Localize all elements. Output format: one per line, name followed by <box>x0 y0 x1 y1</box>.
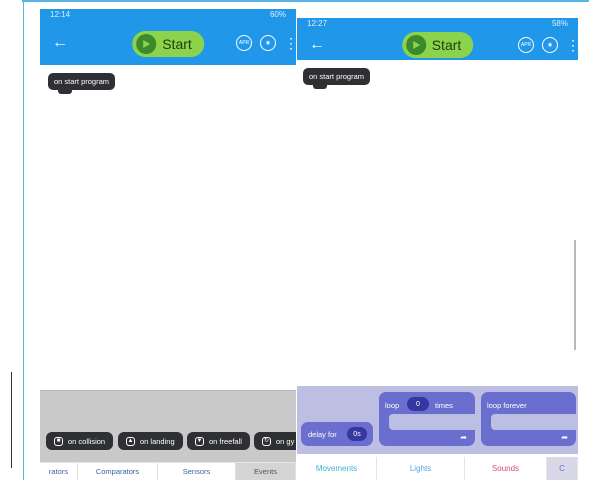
control-toolbox: delay for 0s loop 0 times ➦ loop forever… <box>297 386 578 454</box>
loop-forever-label: loop forever <box>487 401 527 410</box>
frame-top-border <box>22 0 589 2</box>
block-label: on gy <box>276 436 295 446</box>
gyro-icon: ↻ <box>262 436 271 446</box>
app-bar: ← Start APR ◉ ⋮ <box>297 30 578 60</box>
app-bar-actions: APR ◉ ⋮ <box>236 21 296 65</box>
tab-operators[interactable]: rators <box>40 463 78 480</box>
tab-lights[interactable]: Lights <box>377 457 465 480</box>
play-icon <box>405 35 426 55</box>
on-freefall-block[interactable]: ▼ on freefall <box>187 432 250 450</box>
start-button[interactable]: Start <box>401 32 474 58</box>
kebab-menu-icon[interactable]: ⋮ <box>284 35 296 52</box>
program-canvas[interactable]: on start program <box>297 60 578 354</box>
block-label: on landing <box>140 436 175 446</box>
status-battery: 60% <box>269 10 286 19</box>
back-arrow-icon[interactable]: ← <box>309 36 329 54</box>
on-start-program-block[interactable]: on start program <box>48 73 116 94</box>
delay-for-block[interactable]: delay for 0s <box>301 422 373 446</box>
tab-sensors[interactable]: Sensors <box>158 463 236 480</box>
loop-suffix: times <box>435 401 453 410</box>
tab-sounds[interactable]: Sounds <box>465 457 547 480</box>
kebab-menu-icon[interactable]: ⋮ <box>566 37 578 54</box>
status-time: 12:27 <box>307 19 328 28</box>
landing-icon: ▲ <box>126 436 135 446</box>
apr-icon[interactable]: APR <box>236 35 252 51</box>
delay-value[interactable]: 0s <box>347 427 367 441</box>
events-toolbox: ■ on collision ▲ on landing ▼ on freefal… <box>40 390 296 462</box>
delay-label: delay for <box>308 430 337 439</box>
collision-icon: ■ <box>54 436 63 446</box>
on-start-program-block[interactable]: on start program <box>303 68 371 89</box>
start-label: Start <box>162 36 192 52</box>
start-label: Start <box>431 37 462 53</box>
loop-forever-block[interactable]: loop forever ➦ <box>481 392 576 446</box>
status-bar: 12:27 58% <box>297 18 578 30</box>
loop-times-block[interactable]: loop 0 times ➦ <box>379 392 475 446</box>
screenshot-collage: 12:14 60% ← Start APR ◉ ⋮ on start progr… <box>0 0 589 480</box>
freefall-icon: ▼ <box>195 436 204 446</box>
category-tabs: Movements Lights Sounds C <box>297 457 578 480</box>
tab-events[interactable]: Events <box>236 463 296 480</box>
block-label: on collision <box>68 436 106 446</box>
status-battery: 58% <box>551 19 568 28</box>
repeat-icon: ➦ <box>460 433 467 442</box>
loop-label: loop <box>385 401 400 410</box>
on-landing-block[interactable]: ▲ on landing <box>118 432 183 450</box>
on-gyro-block[interactable]: ↻ on gy <box>254 432 296 450</box>
status-time: 12:14 <box>50 10 71 19</box>
canvas-scrollbar[interactable] <box>574 240 576 350</box>
on-collision-block[interactable]: ■ on collision <box>46 432 114 450</box>
phone-screen-events: 12:14 60% ← Start APR ◉ ⋮ on start progr… <box>40 9 296 480</box>
tab-control[interactable]: C <box>547 457 578 480</box>
play-icon <box>136 34 157 54</box>
loop-slot <box>389 414 475 430</box>
eye-icon[interactable]: ◉ <box>542 37 558 53</box>
tab-comparators[interactable]: Comparators <box>78 463 158 480</box>
apr-icon[interactable]: APR <box>518 37 534 53</box>
program-canvas[interactable]: on start program <box>40 65 296 401</box>
tab-movements[interactable]: Movements <box>297 457 377 480</box>
app-bar: ← Start APR ◉ ⋮ <box>40 21 296 65</box>
category-tabs: rators Comparators Sensors Events <box>40 462 296 480</box>
app-bar-actions: APR ◉ ⋮ <box>518 30 578 60</box>
repeat-icon: ➦ <box>561 433 568 442</box>
block-label: on freefall <box>209 436 242 446</box>
status-bar: 12:14 60% <box>40 9 296 21</box>
eye-icon[interactable]: ◉ <box>260 35 276 51</box>
start-button[interactable]: Start <box>132 31 204 57</box>
phone-screen-control: 12:27 58% ← Start APR ◉ ⋮ on start progr… <box>297 18 578 480</box>
back-arrow-icon[interactable]: ← <box>52 34 72 52</box>
loop-forever-slot <box>491 414 576 430</box>
frame-left-bottom-border <box>0 372 12 468</box>
loop-count[interactable]: 0 <box>407 397 429 411</box>
